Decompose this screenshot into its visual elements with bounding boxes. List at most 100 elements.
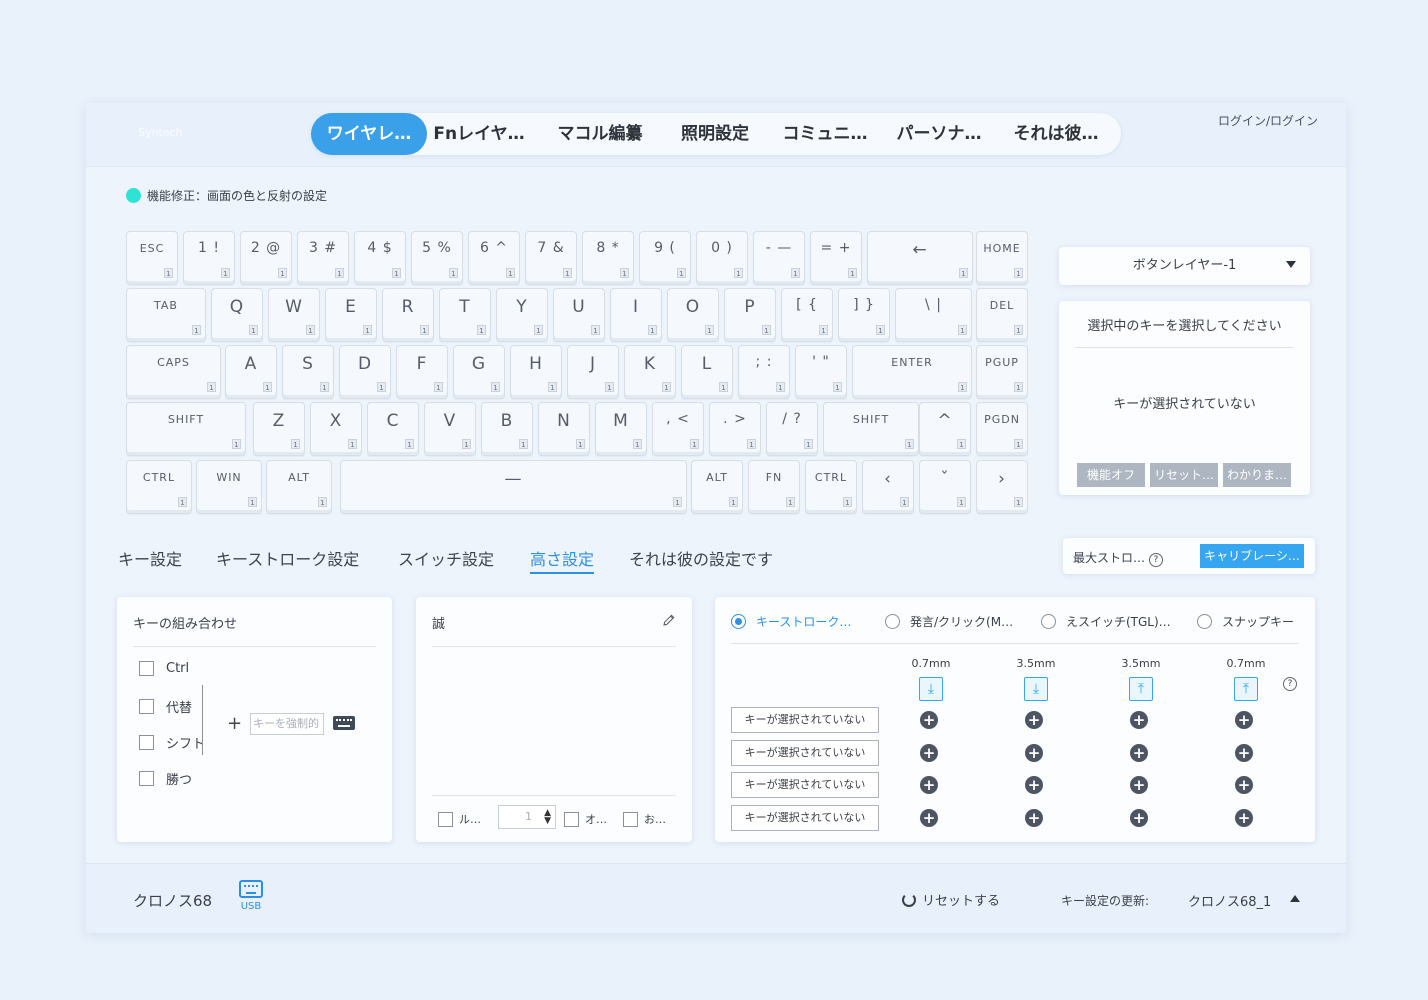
- press-down-icon[interactable]: ⤓: [1024, 677, 1048, 701]
- keyboard-key[interactable]: ' " 1: [795, 345, 847, 399]
- mode-keystroke-radio[interactable]: キーストローク…: [731, 613, 851, 630]
- keyboard-key[interactable]: G1: [453, 345, 505, 399]
- add-plus-icon[interactable]: +: [920, 776, 938, 794]
- keyboard-key[interactable]: ALT 1: [266, 460, 332, 514]
- add-plus-icon[interactable]: +: [1130, 711, 1148, 729]
- keyboard-key[interactable]: WIN 1: [196, 460, 262, 514]
- keyboard-key[interactable]: ALT 1: [691, 460, 743, 514]
- keyboard-key[interactable]: - — 1: [753, 231, 805, 285]
- subtab-keystroke[interactable]: キーストローク設定: [216, 546, 359, 570]
- keyboard-key[interactable]: ; : 1: [738, 345, 790, 399]
- tab-community[interactable]: コミュニ…: [773, 113, 877, 155]
- keyboard-key[interactable]: W1: [268, 288, 320, 342]
- keyboard-key[interactable]: ENTER 1: [852, 345, 972, 399]
- add-plus-icon[interactable]: +: [1235, 711, 1253, 729]
- keyboard-key[interactable]: O1: [667, 288, 719, 342]
- keyboard-key[interactable]: A1: [225, 345, 277, 399]
- login-link[interactable]: ログイン/ログイン: [1218, 112, 1318, 129]
- spinner-arrows-icon[interactable]: ▲ ▼: [544, 809, 551, 826]
- add-plus-icon[interactable]: +: [1025, 809, 1043, 827]
- keyboard-key[interactable]: L1: [681, 345, 733, 399]
- tab-personal[interactable]: パーソナ…: [887, 113, 991, 155]
- keyboard-key[interactable]: ← 1: [867, 231, 973, 285]
- keyboard-key[interactable]: X1: [310, 402, 362, 456]
- keyboard-key[interactable]: = + 1: [810, 231, 862, 285]
- keyboard-key[interactable]: I1: [610, 288, 662, 342]
- subtab-key-settings[interactable]: キー設定: [118, 546, 182, 570]
- keyboard-key[interactable]: 2 @ 1: [240, 231, 292, 285]
- travel-key-select-button[interactable]: キーが選択されていない: [731, 772, 879, 798]
- keyboard-key[interactable]: E1: [325, 288, 377, 342]
- keyboard-key[interactable]: . > 1: [709, 402, 761, 456]
- shift-checkbox[interactable]: シフト: [139, 733, 205, 752]
- keyboard-key[interactable]: CTRL 1: [126, 460, 192, 514]
- reset-key-button[interactable]: リセット…: [1150, 463, 1218, 487]
- keyboard-key[interactable]: 6 ^ 1: [468, 231, 520, 285]
- add-plus-icon[interactable]: +: [1235, 809, 1253, 827]
- keyboard-key[interactable]: , < 1: [652, 402, 704, 456]
- travel-key-select-button[interactable]: キーが選択されていない: [731, 805, 879, 831]
- subtab-height[interactable]: 高さ設定: [530, 546, 595, 574]
- keyboard-key[interactable]: H1: [510, 345, 562, 399]
- keyboard-key[interactable]: CAPS 1: [126, 345, 221, 399]
- mode-snap-radio[interactable]: スナップキー: [1197, 613, 1294, 630]
- add-plus-icon[interactable]: +: [1235, 776, 1253, 794]
- keyboard-key[interactable]: V1: [424, 402, 476, 456]
- keyboard-key[interactable]: S1: [282, 345, 334, 399]
- repeat-count-spinner[interactable]: 1 ▲ ▼: [498, 805, 556, 829]
- mode-toggle-radio[interactable]: えスイッチ(TGL)…: [1041, 613, 1171, 630]
- add-plus-icon[interactable]: +: [1025, 744, 1043, 762]
- keyboard-key[interactable]: T1: [439, 288, 491, 342]
- keyboard-key[interactable]: R1: [382, 288, 434, 342]
- key-input[interactable]: キーを強制的: [250, 713, 324, 735]
- add-plus-icon[interactable]: +: [1235, 744, 1253, 762]
- keyboard-key[interactable]: PGUP 1: [976, 345, 1028, 399]
- keyboard-key[interactable]: SHIFT 1: [126, 402, 246, 456]
- calibration-button[interactable]: キャリブレーシ…: [1200, 544, 1304, 568]
- keyboard-key[interactable]: TAB 1: [126, 288, 206, 342]
- ctrl-checkbox[interactable]: Ctrl: [139, 661, 189, 676]
- keyboard-key[interactable]: Y1: [496, 288, 548, 342]
- keyboard-key[interactable]: F1: [396, 345, 448, 399]
- keyboard-key[interactable]: DEL 1: [976, 288, 1028, 342]
- layer-dropdown[interactable]: ボタンレイヤー-1: [1059, 247, 1310, 285]
- keyboard-key[interactable]: FN 1: [748, 460, 800, 514]
- add-plus-icon[interactable]: +: [1025, 711, 1043, 729]
- tab-other[interactable]: それは彼…: [1003, 113, 1109, 155]
- keyboard-key[interactable]: J1: [567, 345, 619, 399]
- mode-click-radio[interactable]: 発言/クリック(M…: [885, 613, 1013, 630]
- keyboard-key[interactable]: K1: [624, 345, 676, 399]
- keyboard-key[interactable]: 7 & 1: [525, 231, 577, 285]
- reset-button[interactable]: リセットする: [902, 890, 1000, 909]
- keyboard-key[interactable]: —1: [340, 460, 687, 514]
- press-down-icon[interactable]: ⤓: [919, 677, 943, 701]
- add-plus-icon[interactable]: +: [1130, 776, 1148, 794]
- help-icon[interactable]: ?: [1283, 677, 1297, 691]
- release-up-icon[interactable]: ⤒: [1129, 677, 1153, 701]
- keyboard-key[interactable]: CTRL 1: [805, 460, 857, 514]
- keyboard-key[interactable]: M1: [595, 402, 647, 456]
- disable-function-button[interactable]: 機能オフ: [1077, 463, 1145, 487]
- alt-checkbox[interactable]: 代替: [139, 697, 192, 716]
- macro-option-checkbox[interactable]: オ…: [564, 811, 607, 827]
- keyboard-key[interactable]: 4 $ 1: [354, 231, 406, 285]
- travel-key-select-button[interactable]: キーが選択されていない: [731, 740, 879, 766]
- keyboard-key[interactable]: 0 ) 1: [696, 231, 748, 285]
- keyboard-key[interactable]: ^ 1: [919, 402, 971, 456]
- keyboard-key[interactable]: SHIFT 1: [823, 402, 919, 456]
- keyboard-key[interactable]: 1 ! 1: [183, 231, 235, 285]
- add-plus-icon[interactable]: +: [920, 809, 938, 827]
- keyboard-key[interactable]: \ | 1: [895, 288, 972, 342]
- keyboard-key[interactable]: ˇ1: [919, 460, 971, 514]
- keyboard-key[interactable]: HOME 1: [976, 231, 1028, 285]
- keyboard-key[interactable]: D1: [339, 345, 391, 399]
- macro-option2-checkbox[interactable]: お…: [623, 811, 666, 827]
- tab-wireless[interactable]: ワイヤレ…: [311, 113, 427, 155]
- keyboard-key[interactable]: 8 * 1: [582, 231, 634, 285]
- add-plus-icon[interactable]: +: [1130, 809, 1148, 827]
- edit-pencil-icon[interactable]: [662, 613, 676, 627]
- keyboard-key[interactable]: C1: [367, 402, 419, 456]
- keyboard-key[interactable]: PGDN 1: [976, 402, 1028, 456]
- help-icon[interactable]: ?: [1148, 553, 1163, 567]
- keyboard-key[interactable]: Z1: [253, 402, 305, 456]
